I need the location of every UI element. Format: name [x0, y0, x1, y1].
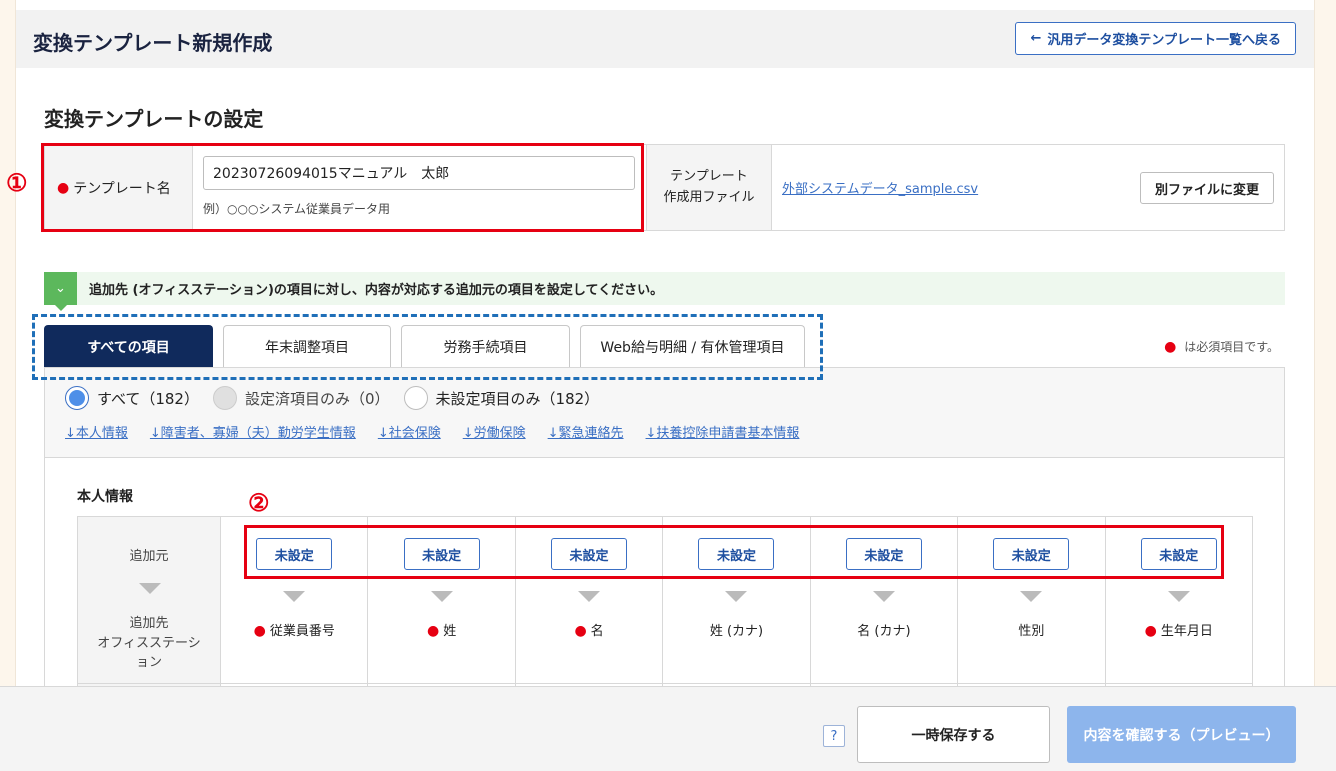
- anchor-dependent[interactable]: ↓扶養控除申請書基本情報: [646, 422, 800, 441]
- anchor-labor-insurance[interactable]: ↓労働保険: [463, 422, 526, 441]
- required-dot-icon: ●: [1144, 623, 1157, 639]
- radio-disabled-icon: [212, 386, 237, 410]
- anchor-links: ↓本人情報 ↓障害者、寡婦（夫）勤労学生情報 ↓社会保険 ↓労働保険 ↓緊急連絡…: [65, 422, 799, 441]
- triangle-down-icon: [872, 591, 895, 602]
- field-name: ● 名: [516, 620, 662, 639]
- radio-checked-icon: [65, 386, 89, 410]
- required-dot-icon: ●: [427, 623, 440, 639]
- row-divider: [515, 683, 663, 684]
- anchor-personal[interactable]: ↓本人情報: [65, 422, 128, 441]
- back-to-list-label: 汎用データ変換テンプレート一覧へ戻る: [1047, 33, 1281, 48]
- row-divider: [78, 683, 220, 684]
- row-divider: [368, 683, 515, 684]
- question-icon[interactable]: ?: [823, 725, 845, 747]
- change-file-button[interactable]: 別ファイルに変更: [1139, 172, 1274, 204]
- triangle-down-icon: [1020, 591, 1043, 602]
- required-dot-icon: ●: [574, 623, 587, 639]
- page-container: 変換テンプレート新規作成 ← 汎用データ変換テンプレート一覧へ戻る 変換テンプレ…: [15, 0, 1315, 771]
- filter-unset-only-radio[interactable]: 未設定項目のみ（182）: [403, 386, 600, 410]
- row-divider: [1105, 683, 1252, 684]
- filter-all-label: すべて（182）: [97, 389, 199, 408]
- template-file-cell: 外部システムデータ_sample.csv 別ファイルに変更: [772, 145, 1284, 230]
- chevron-down-icon[interactable]: ⌄: [44, 272, 77, 311]
- anchor-emergency[interactable]: ↓緊急連絡先: [548, 422, 624, 441]
- field-name: 性別: [958, 620, 1104, 639]
- triangle-down-icon: [1167, 591, 1190, 602]
- annotation-box-template-name: [41, 143, 644, 232]
- row-divider: [663, 683, 810, 684]
- field-name-label: 姓: [443, 624, 457, 639]
- field-name-label: 生年月日: [1160, 624, 1213, 639]
- radio-unchecked-icon: [403, 386, 428, 410]
- template-file-label-line1: テンプレート: [670, 169, 748, 185]
- field-name-label: 名 (カナ): [857, 624, 911, 639]
- dest-label-line2: オフィスステーシ: [97, 635, 201, 651]
- field-name: 姓 (カナ): [663, 620, 809, 639]
- field-name-label: 姓 (カナ): [709, 624, 764, 639]
- temp-save-button[interactable]: 一時保存する: [857, 706, 1050, 763]
- triangle-down-icon: [139, 583, 161, 594]
- dest-label-line3: ョン: [135, 655, 162, 670]
- source-label: 追加元: [129, 549, 169, 564]
- page-header: 変換テンプレート新規作成 ← 汎用データ変換テンプレート一覧へ戻る: [16, 10, 1314, 68]
- filter-set-only-radio[interactable]: 設定済項目のみ（0）: [212, 386, 390, 410]
- required-note: ● は必須項目です。: [1164, 338, 1279, 355]
- triangle-down-icon: [725, 591, 748, 602]
- instruction-notice: ⌄ 追加先 (オフィスステーション)の項目に対し、内容が対応する追加元の項目を設…: [44, 272, 1285, 311]
- required-dot-icon: ●: [1164, 339, 1177, 355]
- page-title: 変換テンプレート新規作成: [33, 31, 273, 55]
- annotation-box-tabs: [32, 314, 823, 380]
- template-file-link[interactable]: 外部システムデータ_sample.csv: [782, 178, 978, 197]
- row-divider: [810, 683, 958, 684]
- dest-label-line1: 追加先: [129, 616, 169, 631]
- filter-radio-group: すべて（182） 設定済項目のみ（0） 未設定項目のみ（182）: [65, 386, 599, 410]
- filter-all-radio[interactable]: すべて（182）: [65, 386, 199, 410]
- row-divider: [958, 683, 1105, 684]
- required-dot-icon: ●: [253, 623, 266, 639]
- settings-title: 変換テンプレートの設定: [44, 107, 264, 131]
- preview-button[interactable]: 内容を確認する（プレビュー）: [1067, 706, 1296, 763]
- field-name-label: 名: [590, 624, 604, 639]
- template-file-label: テンプレート 作成用ファイル: [647, 145, 772, 230]
- field-name: ● 姓: [368, 620, 514, 639]
- annotation-marker-1: ①: [6, 168, 28, 197]
- required-note-text: は必須項目です。: [1184, 340, 1279, 354]
- row-divider: [221, 683, 368, 684]
- field-name-label: 性別: [1018, 624, 1045, 639]
- field-name: 名 (カナ): [811, 620, 957, 639]
- filter-set-only-label: 設定済項目のみ（0）: [244, 389, 390, 408]
- mapping-section-title: 本人情報: [77, 489, 133, 505]
- annotation-marker-2: ②: [248, 488, 270, 517]
- field-name: ● 生年月日: [1106, 620, 1252, 639]
- template-file-label-line2: 作成用ファイル: [663, 189, 755, 205]
- field-name: ● 従業員番号: [221, 620, 367, 639]
- arrow-left-icon: ←: [1030, 31, 1042, 46]
- dest-label: 追加先 オフィスステーシ ョン: [78, 614, 220, 673]
- triangle-down-icon: [578, 591, 601, 602]
- anchor-disability[interactable]: ↓障害者、寡婦（夫）勤労学生情報: [150, 422, 356, 441]
- triangle-down-icon: [283, 591, 306, 602]
- triangle-down-icon: [430, 591, 453, 602]
- back-to-list-button[interactable]: ← 汎用データ変換テンプレート一覧へ戻る: [1015, 22, 1296, 55]
- field-name-label: 従業員番号: [269, 624, 335, 639]
- notice-text: 追加先 (オフィスステーション)の項目に対し、内容が対応する追加元の項目を設定し…: [89, 283, 664, 298]
- annotation-box-unset-buttons: [244, 525, 1224, 579]
- anchor-social-insurance[interactable]: ↓社会保険: [378, 422, 441, 441]
- footer-bar: ? 一時保存する 内容を確認する（プレビュー）: [0, 686, 1336, 771]
- filter-unset-only-label: 未設定項目のみ（182）: [435, 389, 600, 408]
